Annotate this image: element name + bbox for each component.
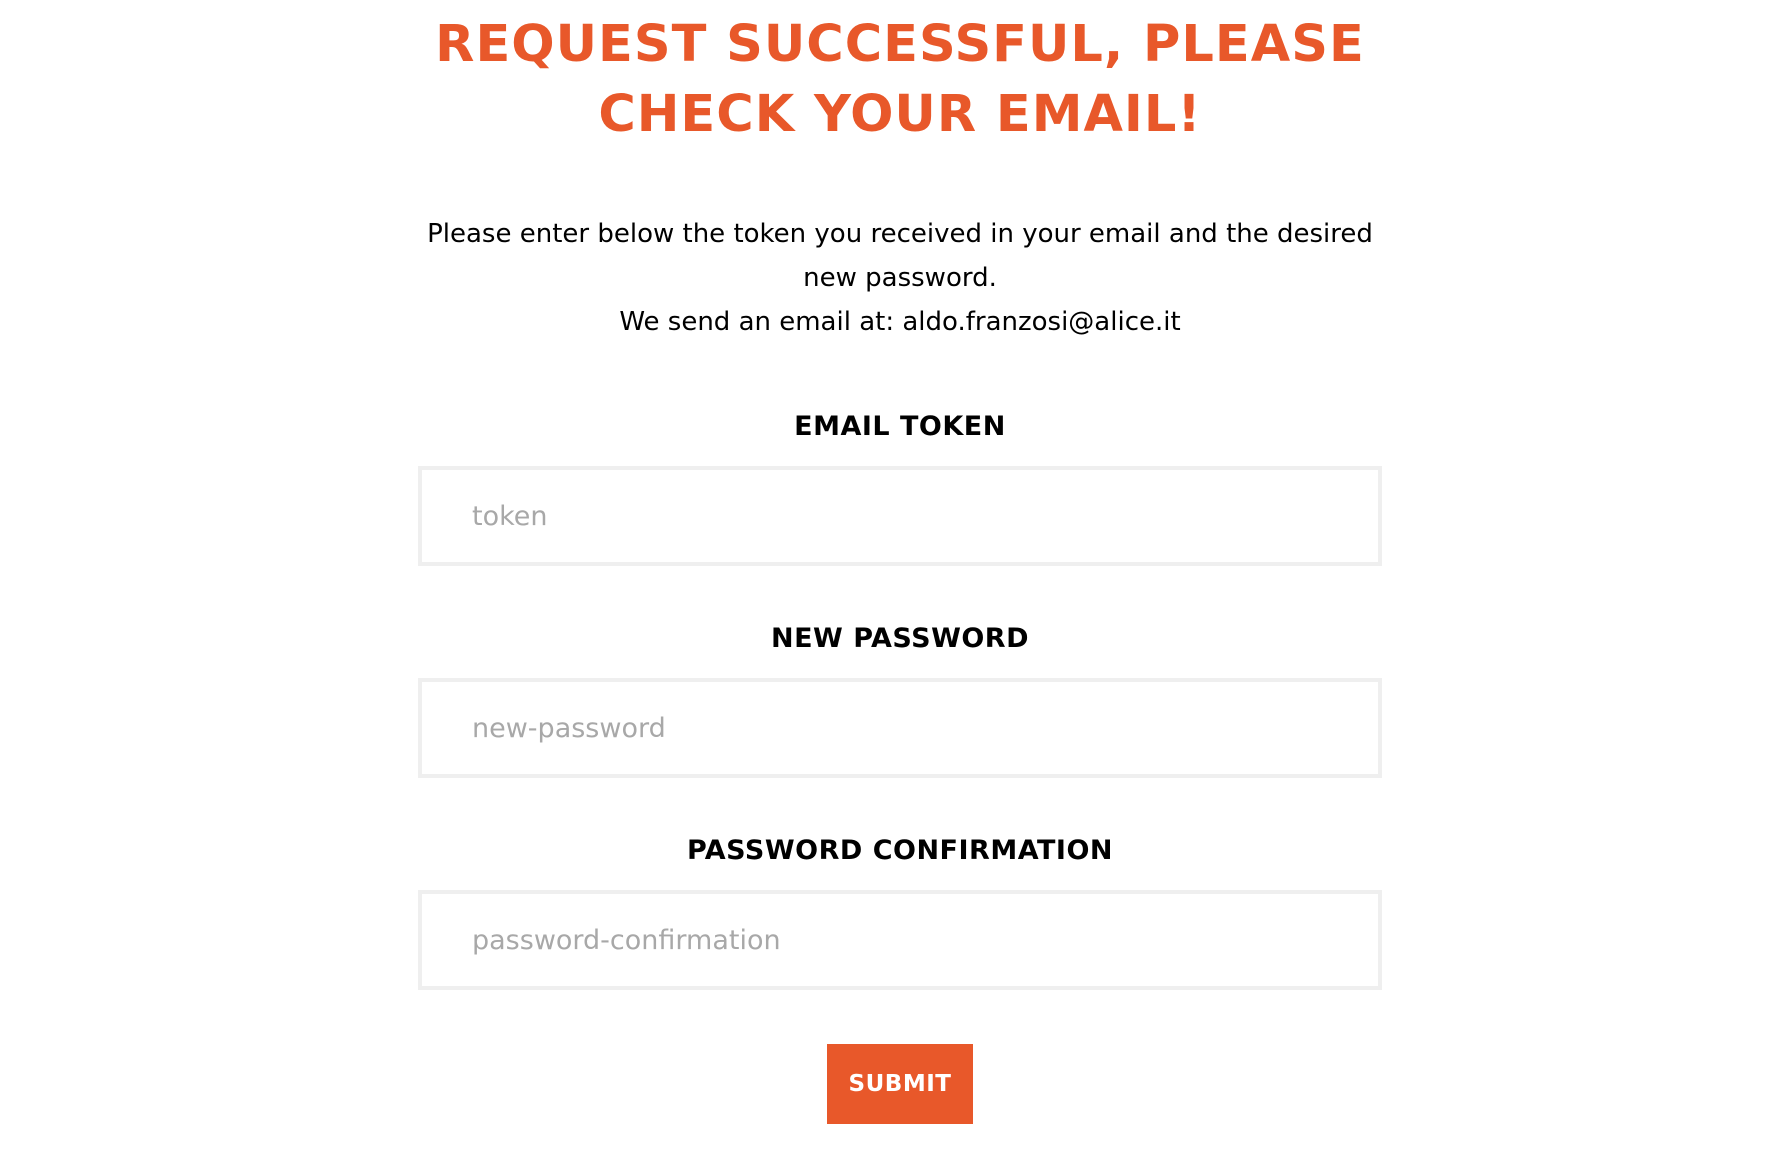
new-password-input[interactable] <box>418 678 1382 778</box>
password-confirmation-field-group: PASSWORD CONFIRMATION <box>418 834 1382 990</box>
page-title: REQUEST SUCCESSFUL, PLEASE CHECK YOUR EM… <box>435 15 1365 144</box>
reset-password-page: REQUEST SUCCESSFUL, PLEASE CHECK YOUR EM… <box>0 0 1784 1174</box>
new-password-field-group: NEW PASSWORD <box>418 622 1382 778</box>
password-confirmation-input[interactable] <box>418 890 1382 990</box>
reset-password-form: EMAIL TOKEN NEW PASSWORD PASSWORD CONFIR… <box>418 410 1382 1124</box>
token-label: EMAIL TOKEN <box>794 411 1006 442</box>
form-container: REQUEST SUCCESSFUL, PLEASE CHECK YOUR EM… <box>418 0 1382 1124</box>
password-confirmation-label: PASSWORD CONFIRMATION <box>686 835 1114 866</box>
token-field-group: EMAIL TOKEN <box>418 410 1382 566</box>
submit-button[interactable]: SUBMIT <box>827 1044 973 1124</box>
intro-email-notice: We send an email at: aldo.franzosi@alice… <box>619 307 1181 337</box>
intro-text: Please enter below the token you receive… <box>418 212 1382 344</box>
token-input[interactable] <box>418 466 1382 566</box>
intro-instructions: Please enter below the token you receive… <box>427 219 1373 293</box>
new-password-label: NEW PASSWORD <box>770 623 1030 654</box>
